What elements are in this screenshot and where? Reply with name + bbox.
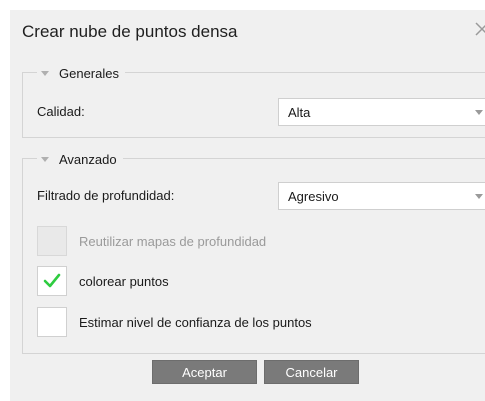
estimate-confidence-label: Estimar nivel de confianza de los puntos <box>79 314 312 330</box>
color-points-checkbox[interactable] <box>37 266 67 296</box>
general-group-title: Generales <box>59 65 119 81</box>
chevron-down-icon <box>475 110 483 115</box>
quality-select-value: Alta <box>288 105 311 120</box>
color-points-label: colorear puntos <box>79 273 169 289</box>
close-icon[interactable] <box>473 20 485 42</box>
general-group-header[interactable]: Generales <box>37 64 125 82</box>
collapse-triangle-icon[interactable] <box>41 70 49 76</box>
cancel-button[interactable]: Cancelar <box>264 360 359 384</box>
depth-filter-select-value: Agresivo <box>288 189 339 204</box>
estimate-confidence-option: Estimar nivel de confianza de los puntos <box>37 307 312 337</box>
reuse-depth-maps-label: Reutilizar mapas de profundidad <box>79 233 267 249</box>
color-points-option: colorear puntos <box>37 266 169 296</box>
checkmark-icon <box>43 273 61 288</box>
advanced-group: Avanzado Filtrado de profundidad: Agresi… <box>22 150 485 354</box>
depth-filter-label: Filtrado de profundidad: <box>37 188 175 203</box>
quality-label: Calidad: <box>37 104 85 119</box>
dense-point-cloud-dialog: Crear nube de puntos densa Generales Cal… <box>10 10 485 401</box>
estimate-confidence-checkbox[interactable] <box>37 307 67 337</box>
general-group: Generales Calidad: Alta <box>22 64 485 138</box>
advanced-group-title: Avanzado <box>59 151 117 167</box>
reuse-depth-maps-checkbox[interactable] <box>37 226 67 256</box>
depth-filter-select[interactable]: Agresivo <box>278 182 485 210</box>
quality-select[interactable]: Alta <box>278 98 485 126</box>
collapse-triangle-icon[interactable] <box>41 156 49 162</box>
dialog-title: Crear nube de puntos densa <box>22 22 238 41</box>
accept-button[interactable]: Aceptar <box>152 360 257 384</box>
advanced-group-header[interactable]: Avanzado <box>37 150 123 168</box>
chevron-down-icon <box>475 194 483 199</box>
reuse-depth-maps-option: Reutilizar mapas de profundidad <box>37 226 266 256</box>
